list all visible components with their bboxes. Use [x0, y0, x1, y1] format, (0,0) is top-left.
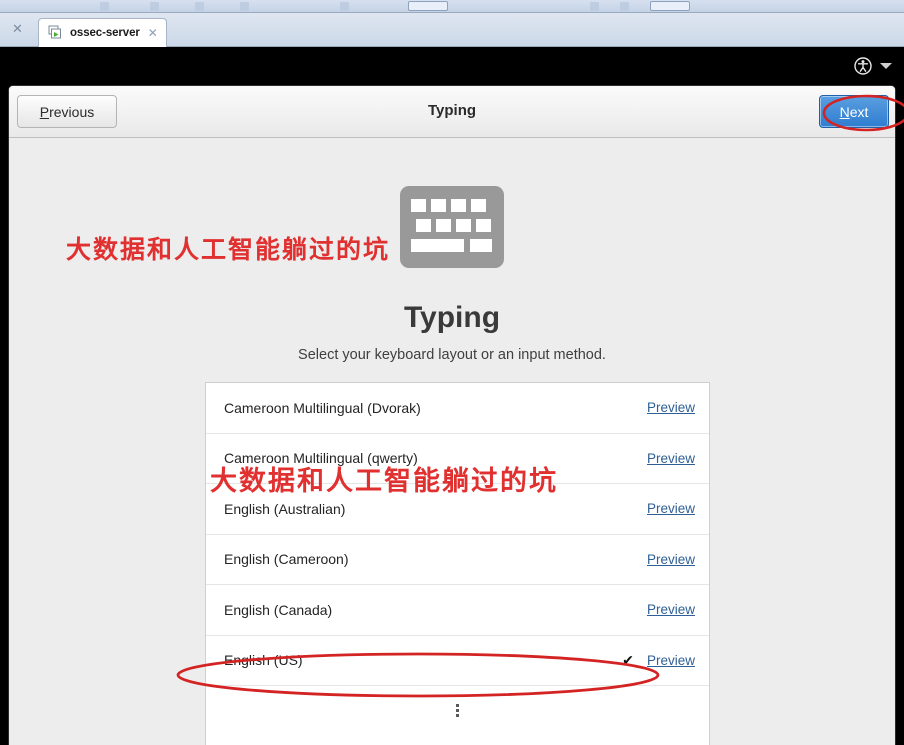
- host-toolbar: [0, 0, 904, 13]
- vm-tab-label: ossec-server: [70, 27, 140, 39]
- next-button[interactable]: Next: [819, 95, 889, 128]
- list-item[interactable]: English (Cameroon) Preview: [206, 535, 709, 585]
- vm-tab-strip: ✕ ossec-server ✕: [0, 13, 904, 47]
- chevron-down-icon[interactable]: [880, 63, 892, 69]
- layout-name: English (US): [224, 652, 303, 669]
- vm-screen: Previous Typing Next Typing Select your …: [0, 47, 904, 745]
- toolbar-icon-2[interactable]: [150, 2, 159, 11]
- next-label: ext: [849, 103, 869, 120]
- list-item[interactable]: English (Australian) Preview: [206, 484, 709, 535]
- close-icon[interactable]: ✕: [148, 26, 158, 40]
- list-item[interactable]: Cameroon Multilingual (Dvorak) Preview: [206, 383, 709, 434]
- more-vertical-icon: [456, 703, 459, 717]
- accessibility-icon[interactable]: [854, 57, 872, 75]
- layout-name: Cameroon Multilingual (qwerty): [224, 450, 418, 467]
- gnome-top-bar: [0, 47, 904, 85]
- list-item[interactable]: Cameroon Multilingual (qwerty) Preview: [206, 434, 709, 484]
- keyboard-layout-list[interactable]: Cameroon Multilingual (Dvorak) Preview C…: [205, 382, 710, 745]
- preview-link[interactable]: Preview: [647, 602, 695, 617]
- layout-name: Cameroon Multilingual (Dvorak): [224, 399, 421, 416]
- content-subtitle: Select your keyboard layout or an input …: [298, 347, 606, 363]
- toolbar-icon-4[interactable]: [240, 2, 249, 11]
- preview-link[interactable]: Preview: [647, 552, 695, 567]
- preview-link[interactable]: Preview: [647, 653, 695, 668]
- close-icon[interactable]: ✕: [12, 22, 23, 36]
- toolbar-box-1[interactable]: [408, 1, 448, 11]
- layout-name: English (Canada): [224, 601, 333, 618]
- installer-window: Previous Typing Next Typing Select your …: [8, 85, 896, 745]
- layout-name: English (Australian): [224, 500, 346, 517]
- preview-link[interactable]: Preview: [647, 451, 695, 466]
- page-title: Typing: [427, 102, 477, 119]
- next-mnemonic: N: [839, 103, 850, 120]
- list-item[interactable]: English (Canada) Preview: [206, 585, 709, 636]
- toolbar-icon-3[interactable]: [195, 2, 204, 11]
- vm-icon: [48, 25, 64, 41]
- toolbar-icon-6[interactable]: [590, 2, 599, 11]
- content-title: Typing: [403, 301, 501, 334]
- toolbar-icon-7[interactable]: [620, 2, 629, 11]
- preview-link[interactable]: Preview: [647, 400, 695, 415]
- preview-link[interactable]: Preview: [647, 501, 695, 516]
- wizard-header: Previous Typing Next: [9, 86, 895, 138]
- toolbar-box-2[interactable]: [650, 1, 690, 11]
- toolbar-icon-5[interactable]: [340, 2, 349, 11]
- selected-check-icon: ✔: [622, 651, 634, 668]
- list-item-selected[interactable]: English (US) ✔ Preview: [206, 636, 709, 686]
- screenshot-root: ✕ ossec-server ✕ P revious Typing N ext …: [0, 0, 904, 745]
- toolbar-icon-1[interactable]: [100, 2, 109, 11]
- show-more-layouts-button[interactable]: [206, 686, 709, 734]
- keyboard-icon: [400, 186, 504, 268]
- vm-tab-ossec-server[interactable]: ossec-server ✕: [38, 18, 167, 47]
- layout-name: English (Cameroon): [224, 551, 349, 568]
- wizard-content: Typing Select your keyboard layout or an…: [9, 138, 895, 745]
